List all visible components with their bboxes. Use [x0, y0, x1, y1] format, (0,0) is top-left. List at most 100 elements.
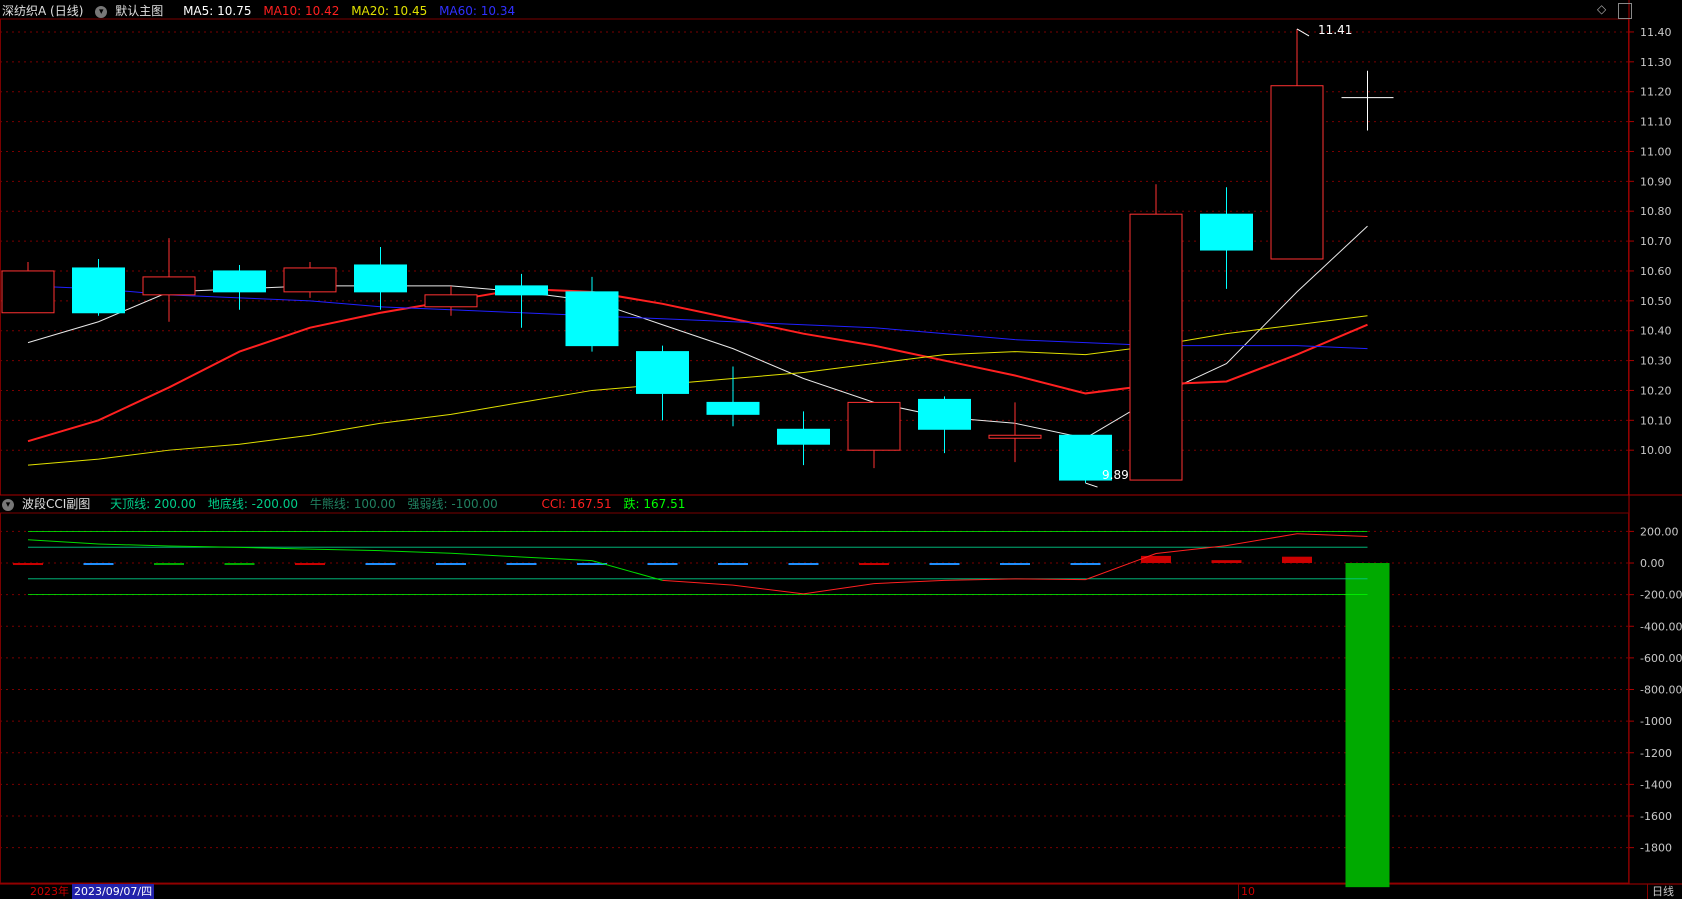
cci-axis: 200.00 0.00 -200.00 -400.00 -600.00 -800.00 -1… [1629, 525, 1682, 855]
cci-tick-label: -1600 [1640, 810, 1672, 823]
dropdown-arrow-icon: ▾ [2, 498, 14, 511]
price-tick-label: 10.80 [1640, 205, 1672, 218]
price-tick-label: 11.40 [1640, 26, 1672, 39]
scroll-toggle-icon[interactable] [1618, 3, 1632, 19]
dropdown-arrow-icon: ▾ [95, 5, 108, 18]
cci-bar[interactable] [83, 563, 114, 566]
stock-name[interactable]: 深纺织A (日线) [2, 4, 83, 18]
high-price-label: 11.41 [1318, 23, 1352, 37]
price-tick-label: 11.00 [1640, 145, 1672, 158]
month-label: 10 [1238, 884, 1255, 899]
ma10-value: MA10: 10.42 [263, 4, 340, 18]
main-chart-header: 深纺织A (日线) ▾ 默认主图 MA5: 10.75 MA10: 10.42 M… [2, 2, 523, 20]
price-tick-label: 10.60 [1640, 265, 1672, 278]
cci-line-segment [1226, 533, 1298, 547]
price-tick-label: 10.90 [1640, 175, 1672, 188]
price-tick-label: 10.40 [1640, 325, 1672, 338]
high-marker-line [1296, 28, 1310, 37]
ma5-value: MA5: 10.75 [183, 4, 252, 18]
candle-body[interactable] [565, 291, 619, 347]
candle-body[interactable] [706, 401, 760, 415]
cci-line-segment [803, 583, 875, 595]
cci-bar[interactable] [13, 563, 43, 566]
cci-tick-label: 0.00 [1640, 557, 1665, 570]
cci-bar[interactable] [436, 563, 466, 566]
cci-line-segment [1296, 533, 1368, 538]
ma60-value: MA60: 10.34 [439, 4, 516, 18]
price-tick-label: 10.70 [1640, 235, 1672, 248]
candle-body[interactable] [424, 294, 478, 308]
cci-tick-label: 200.00 [1640, 525, 1679, 538]
cci-bar[interactable] [647, 563, 678, 566]
indicator-selector[interactable]: ▾ 波段CCI副图 [2, 497, 98, 511]
cci-bar[interactable] [859, 563, 889, 566]
cci-bar[interactable] [506, 563, 537, 566]
time-axis-bar: 2023年 2023/09/07/四 10 日线 [0, 884, 1682, 899]
year-label: 2023年 [30, 885, 69, 898]
cci-bar[interactable] [1211, 560, 1242, 564]
price-tick-label: 10.10 [1640, 414, 1672, 427]
cci-line-segment [662, 579, 734, 586]
main-panel-border [0, 18, 1629, 496]
chart-template-label[interactable]: ▾ 默认主图 [95, 4, 171, 18]
bottom-line-value: 地底线: -200.00 [207, 497, 299, 511]
price-tick-label: 10.00 [1640, 444, 1672, 457]
candle-body[interactable] [213, 270, 266, 293]
candle-body[interactable] [495, 285, 548, 296]
main-grid [0, 0, 1682, 884]
diamond-icon[interactable]: ◇ [1597, 2, 1606, 16]
candlestick-series[interactable] [1, 28, 1394, 484]
cci-bar[interactable] [1070, 563, 1101, 566]
price-tick-label: 11.10 [1640, 116, 1672, 129]
price-tick-label: 11.30 [1640, 56, 1672, 69]
cci-value: CCI: 167.51 [541, 497, 612, 511]
fall-value: 跌: 167.51 [623, 497, 686, 511]
cci-bar[interactable] [929, 563, 960, 566]
candle-body[interactable] [1270, 85, 1324, 260]
cci-line-segment [309, 548, 381, 552]
cci-bar[interactable] [1345, 563, 1390, 888]
candle-body[interactable] [988, 434, 1042, 439]
candle-body[interactable] [847, 401, 901, 451]
price-axis: 11.40 11.30 11.20 11.10 11.00 10.90 10.80 10.70… [1629, 26, 1672, 457]
cci-bar[interactable] [788, 563, 819, 566]
candle-body[interactable] [142, 276, 196, 296]
cci-tick-label: -200.00 [1640, 589, 1682, 602]
price-tick-label: 10.30 [1640, 355, 1672, 368]
low-marker-line [1085, 482, 1098, 488]
cci-line-segment [380, 550, 452, 554]
cci-tick-label: -1400 [1640, 778, 1672, 791]
low-price-label: 9.89 [1102, 468, 1129, 482]
cci-bar[interactable] [365, 563, 396, 566]
candle-body[interactable] [1129, 213, 1183, 481]
sub-chart-header: ▾ 波段CCI副图 天顶线: 200.00 地底线: -200.00 牛熊线: 1… [2, 495, 693, 513]
cci-tick-label: -400.00 [1640, 620, 1682, 633]
candle-body[interactable] [283, 267, 337, 293]
price-tick-label: 10.50 [1640, 295, 1672, 308]
candle-body[interactable] [777, 428, 830, 445]
candle-body[interactable] [636, 351, 689, 394]
candle-body[interactable] [72, 267, 125, 314]
cci-bar[interactable] [718, 563, 748, 566]
cci-line-segment [239, 546, 311, 550]
cci-bar[interactable] [1000, 563, 1030, 566]
candle-body[interactable] [1, 270, 55, 314]
cci-tick-label: -1800 [1640, 842, 1672, 855]
candle-body[interactable] [354, 264, 407, 293]
price-tick-label: 11.20 [1640, 86, 1672, 99]
cci-bar[interactable] [295, 563, 325, 566]
candle-body[interactable] [1200, 213, 1253, 251]
period-label[interactable]: 日线 [1647, 884, 1674, 899]
cci-line-segment [27, 539, 99, 545]
cci-bar[interactable] [154, 563, 184, 566]
cci-bar[interactable] [1282, 556, 1312, 564]
bull-line-value: 牛熊线: 100.00 [309, 497, 396, 511]
date-cursor-label: 2023/09/07/四 [72, 884, 155, 899]
cci-bar[interactable] [224, 563, 255, 566]
cci-line-segment [450, 552, 522, 558]
cci-line-segment [98, 543, 170, 547]
top-line-value: 天顶线: 200.00 [110, 497, 196, 511]
cci-line-segment [521, 556, 593, 562]
candle-body[interactable] [918, 398, 971, 430]
cci-tick-label: -1200 [1640, 747, 1672, 760]
